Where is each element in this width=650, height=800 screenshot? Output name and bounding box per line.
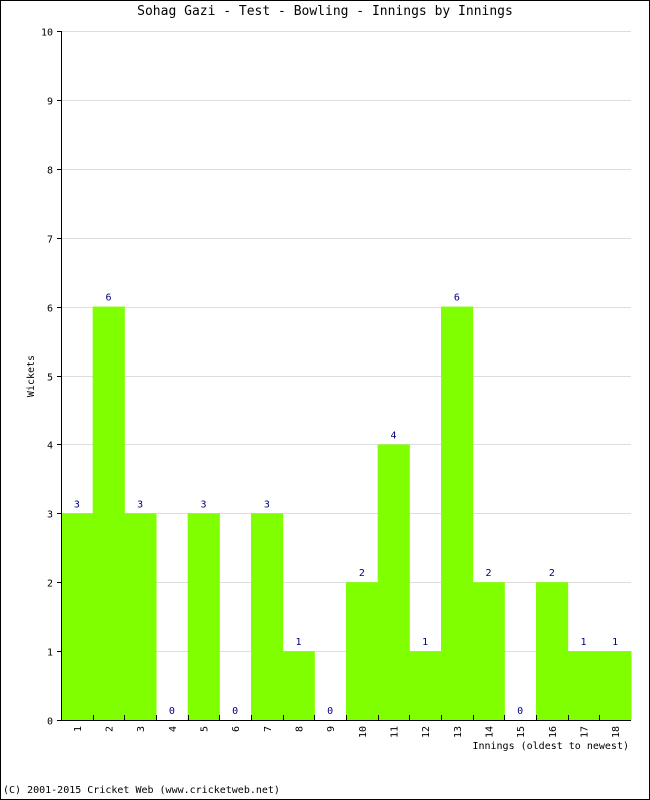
bar (441, 306, 474, 720)
x-tick-label: 12 (421, 726, 432, 738)
bar-value-label: 6 (105, 293, 111, 304)
bar (251, 513, 284, 720)
x-tick-label: 11 (390, 726, 401, 738)
bar-value-label: 1 (295, 637, 301, 648)
y-tick-label: 9 (47, 97, 53, 108)
bar (472, 582, 505, 720)
bar-value-label: 2 (359, 568, 365, 579)
x-axis-label: Innings (oldest to newest) (472, 741, 629, 752)
bar (599, 651, 632, 720)
bar-value-label: 0 (232, 706, 238, 717)
bar-value-label: 0 (327, 706, 333, 717)
x-tick-label: 8 (295, 726, 306, 732)
x-tick-label: 7 (263, 726, 274, 732)
y-tick-label: 5 (47, 373, 53, 384)
bar-value-label: 0 (517, 706, 523, 717)
x-tick-label: 17 (580, 726, 591, 738)
bar (61, 513, 94, 720)
bar-value-label: 6 (454, 293, 460, 304)
y-tick-label: 8 (47, 166, 53, 177)
bar-value-label: 3 (137, 499, 143, 510)
bar (346, 582, 379, 720)
bar (409, 651, 442, 720)
y-tick-label: 2 (47, 579, 53, 590)
bar (567, 651, 600, 720)
y-tick-label: 3 (47, 510, 53, 521)
y-tick-label: 1 (47, 648, 53, 659)
bar-value-label: 4 (390, 430, 396, 441)
y-tick-label: 10 (41, 28, 53, 39)
bar-value-label: 1 (422, 637, 428, 648)
bar-value-label: 3 (74, 499, 80, 510)
bar (187, 513, 220, 720)
bar (377, 444, 410, 720)
x-tick-label: 16 (548, 726, 559, 738)
bar-value-label: 0 (169, 706, 175, 717)
x-tick-label: 1 (73, 726, 84, 732)
y-tick-label: 7 (47, 235, 53, 246)
bar (92, 306, 125, 720)
x-tick-label: 5 (200, 726, 211, 732)
y-tick-label: 6 (47, 304, 53, 315)
bar-value-label: 1 (580, 637, 586, 648)
bar (282, 651, 315, 720)
x-tick-label: 10 (358, 726, 369, 738)
x-tick-label: 15 (516, 726, 527, 738)
x-tick-label: 2 (105, 726, 116, 732)
y-axis-label: Wickets (26, 355, 37, 397)
bar-value-label: 3 (200, 499, 206, 510)
x-tick-label: 6 (231, 726, 242, 732)
x-tick-label: 14 (485, 726, 496, 738)
x-tick-label: 4 (168, 726, 179, 732)
bar-chart: 0123456789101 2 3 4 5 6 7 8 9 10 11 12 13 14 15 16 17 18 … (26, 28, 632, 752)
copyright-footer: (C) 2001-2015 Cricket Web (www.cricketwe… (3, 785, 280, 796)
bar (124, 513, 157, 720)
bar-value-label: 2 (485, 568, 491, 579)
y-tick-label: 4 (47, 441, 53, 452)
bar-value-label: 2 (549, 568, 555, 579)
x-tick-label: 3 (136, 726, 147, 732)
y-tick-label: 0 (47, 717, 53, 728)
bar-value-label: 1 (612, 637, 618, 648)
bar (536, 582, 569, 720)
x-tick-label: 9 (326, 726, 337, 732)
x-tick-label: 13 (453, 726, 464, 738)
bar-value-label: 3 (264, 499, 270, 510)
x-tick-label: 18 (611, 726, 622, 738)
